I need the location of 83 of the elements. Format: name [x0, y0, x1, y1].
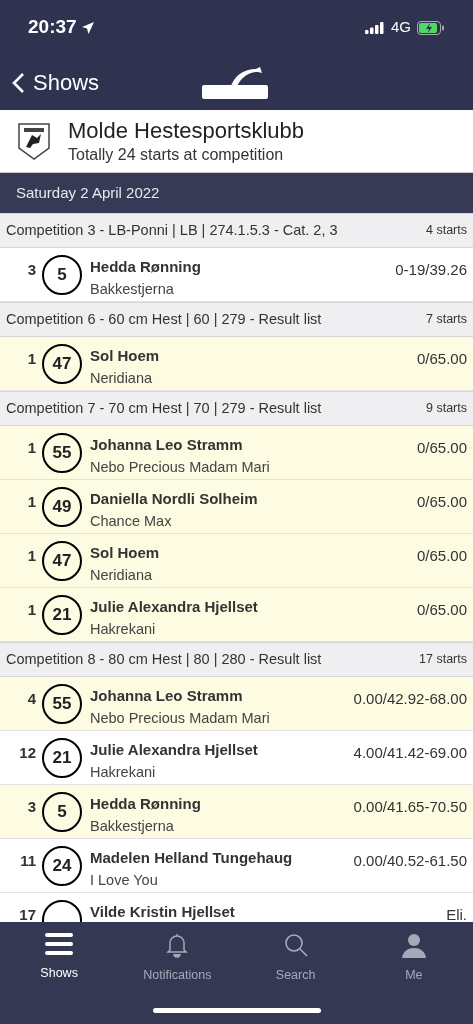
horse-name: Nebo Precious Madam Mari: [90, 457, 271, 476]
result-value: 0/65.00: [416, 546, 467, 566]
start-number-badge: 24: [42, 846, 82, 886]
bell-icon: [164, 932, 191, 958]
search-icon: [282, 932, 309, 958]
placing: 1: [26, 600, 36, 620]
result-row[interactable]: 3 5 Hedda Rønning Bakkestjerna 0.00/41.65-70.50: [0, 785, 473, 839]
horse-name: Chance Max: [90, 511, 173, 530]
status-time: 20:37: [28, 15, 77, 40]
rider-name: Hedda Rønning: [90, 257, 202, 277]
rider-name: Johanna Leo Stramm: [90, 435, 244, 455]
club-name: Molde Hestesportsklubb: [68, 117, 304, 145]
start-number-badge: 47: [42, 344, 82, 384]
result-value: 0/65.00: [416, 349, 467, 369]
placing: 3: [26, 797, 36, 817]
horse-name: Bakkestjerna: [90, 279, 175, 298]
result-row[interactable]: 1 47 Sol Hoem Neridiana 0/65.00: [0, 337, 473, 391]
horse-name: Hakrekani: [90, 762, 157, 781]
horse-name: Neridiana: [90, 565, 154, 584]
result-value: 4.00/41.42-69.00: [353, 743, 467, 763]
horse-name: Hakrekani: [90, 619, 157, 638]
placing: 1: [26, 438, 36, 458]
result-value: 0-19/39.26: [395, 260, 467, 280]
horse-name: I Love You: [90, 870, 159, 889]
rider-name: Julie Alexandra Hjellset: [90, 740, 259, 760]
start-number-badge: 21: [42, 738, 82, 778]
competition-header[interactable]: Competition 7 - 70 cm Hest | 70 | 279 - Result list 9 starts: [0, 391, 473, 426]
start-number-badge: 5: [42, 255, 82, 295]
menu-icon: [45, 932, 74, 956]
horse-name: Neridiana: [90, 368, 154, 387]
battery-icon: [417, 20, 445, 35]
result-value: 0/65.00: [416, 600, 467, 620]
rider-name: Madelen Helland Tungehaug: [90, 848, 294, 868]
result-row[interactable]: 1 55 Johanna Leo Stramm Nebo Precious Madam Mari 0/65.00: [0, 426, 473, 480]
horse-name: Bakkestjerna: [90, 816, 175, 835]
club-logo-icon: [16, 121, 52, 161]
tab-bar-item[interactable]: Notifications: [118, 932, 237, 996]
signal-icon: [365, 21, 385, 34]
result-row[interactable]: 1 21 Julie Alexandra Hjellset Hakrekani 0/65.00: [0, 588, 473, 642]
start-number-badge: 21: [42, 595, 82, 635]
result-row[interactable]: 1 49 Daniella Nordli Solheim Chance Max 0/65.00: [0, 480, 473, 534]
rider-name: Johanna Leo Stramm: [90, 686, 244, 706]
placing: 1: [26, 349, 36, 369]
rider-name: Vilde Kristin Hjellset: [90, 902, 236, 922]
placing: 12: [18, 743, 36, 763]
placing: 11: [19, 851, 36, 871]
chevron-left-icon: [12, 71, 25, 94]
tab-bar-item[interactable]: Shows: [0, 932, 119, 996]
result-value: 0.00/41.65-70.50: [353, 797, 467, 817]
back-button[interactable]: Shows: [12, 66, 100, 99]
result-value: Eli.: [446, 905, 467, 922]
club-subtitle: Totally 24 starts at competition: [68, 144, 285, 165]
competition-header[interactable]: Competition 6 - 60 cm Hest | 60 | 279 - Result list 7 starts: [0, 302, 473, 337]
result-value: 0.00/40.52-61.50: [353, 851, 467, 871]
start-number-badge: 47: [42, 541, 82, 581]
placing: 3: [26, 260, 36, 280]
rider-name: Julie Alexandra Hjellset: [90, 597, 259, 617]
placing: 1: [26, 546, 36, 566]
horse-name: Nebo Precious Madam Mari: [90, 708, 271, 727]
result-row[interactable]: 1 47 Sol Hoem Neridiana 0/65.00: [0, 534, 473, 588]
result-value: 0.00/42.92-68.00: [353, 689, 467, 709]
rider-name: Sol Hoem: [90, 543, 161, 563]
person-icon: [400, 932, 427, 958]
start-number-badge: 55: [42, 433, 82, 473]
result-row[interactable]: 4 55 Johanna Leo Stramm Nebo Precious Madam Mari 0.00/42.92-68.00: [0, 677, 473, 731]
start-number-badge: 5: [42, 792, 82, 832]
rider-name: Sol Hoem: [90, 346, 161, 366]
placing: 4: [26, 689, 36, 709]
competition-header[interactable]: Competition 3 - LB-Ponni | LB | 274.1.5.3 - Cat. 2, 3 4 starts: [0, 213, 473, 248]
placing: 1: [26, 492, 36, 512]
tab-bar-item[interactable]: Search: [236, 932, 355, 996]
network-label: 4G: [391, 17, 411, 38]
placing: 17: [18, 905, 36, 922]
start-number-badge: 55: [42, 684, 82, 724]
rider-name: Daniella Nordli Solheim: [90, 489, 259, 509]
location-arrow-icon: [80, 20, 95, 35]
tab-bar-item[interactable]: Me: [354, 932, 473, 996]
date-header: Saturday 2 April 2022: [0, 173, 473, 213]
competition-header[interactable]: Competition 8 - 80 cm Hest | 80 | 280 - Result list 17 starts: [0, 642, 473, 677]
result-value: 0/65.00: [416, 438, 467, 458]
rider-name: Hedda Rønning: [90, 794, 202, 814]
start-number-badge: 49: [42, 487, 82, 527]
result-value: 0/65.00: [416, 492, 467, 512]
